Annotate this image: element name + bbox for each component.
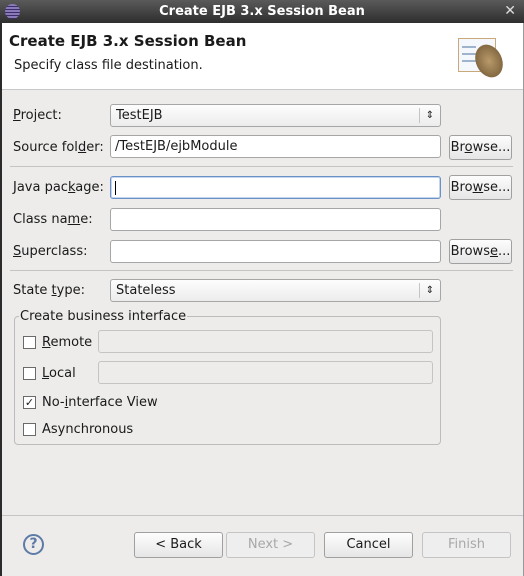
superclass-input[interactable] xyxy=(110,240,441,263)
text-cursor xyxy=(115,180,116,195)
window-frame-left xyxy=(0,23,2,576)
close-icon[interactable]: ✕ xyxy=(504,0,516,23)
local-checkbox[interactable] xyxy=(23,367,36,380)
up-down-arrow-icon: ⇕ xyxy=(419,283,440,298)
eclipse-logo-icon xyxy=(5,4,20,19)
state-type-label: State type: xyxy=(13,283,85,298)
page-subtitle: Specify class file destination. xyxy=(14,58,203,73)
state-type-combo[interactable]: Stateless ⇕ xyxy=(110,279,441,302)
cancel-button[interactable]: Cancel xyxy=(324,532,413,558)
java-package-browse-button[interactable]: Browse... xyxy=(449,175,512,200)
no-interface-view-label: No-interface View xyxy=(42,395,158,410)
source-folder-label: Source folder: xyxy=(13,140,104,155)
no-interface-view-checkbox[interactable]: ✓ xyxy=(23,396,36,409)
group-title: Create business interface xyxy=(19,309,188,324)
asynchronous-label: Asynchronous xyxy=(42,422,134,437)
back-button[interactable]: < Back xyxy=(134,532,223,558)
check-mark-icon: ✓ xyxy=(24,396,35,409)
up-down-arrow-icon: ⇕ xyxy=(419,108,440,123)
class-name-input[interactable] xyxy=(110,208,441,231)
title-bar: Create EJB 3.x Session Bean ✕ xyxy=(0,0,524,23)
state-type-value: Stateless xyxy=(116,283,176,298)
coffee-bean-class-icon xyxy=(456,36,508,82)
project-combo[interactable]: TestEJB ⇕ xyxy=(110,104,441,127)
source-folder-input[interactable]: /TestEJB/ejbModule xyxy=(110,135,441,158)
separator xyxy=(10,166,513,167)
superclass-label: Superclass: xyxy=(13,244,88,259)
window-title: Create EJB 3.x Session Bean xyxy=(159,4,365,19)
asynchronous-checkbox[interactable] xyxy=(23,423,36,436)
source-folder-browse-button[interactable]: Browse... xyxy=(449,135,512,160)
local-label: Local xyxy=(42,366,76,381)
project-value: TestEJB xyxy=(116,108,163,123)
remote-interface-input xyxy=(98,330,433,353)
separator xyxy=(10,270,513,271)
footer-separator xyxy=(2,515,523,516)
help-icon[interactable]: ? xyxy=(23,534,44,555)
page-title: Create EJB 3.x Session Bean xyxy=(9,32,247,50)
java-package-input[interactable] xyxy=(110,176,441,199)
remote-label: Remote xyxy=(42,335,93,350)
java-package-label: Java package: xyxy=(13,180,104,195)
remote-checkbox[interactable] xyxy=(23,336,36,349)
superclass-browse-button[interactable]: Browse... xyxy=(449,239,512,264)
local-interface-input xyxy=(98,361,433,384)
next-button[interactable]: Next > xyxy=(226,532,315,558)
wizard-header: Create EJB 3.x Session Bean Specify clas… xyxy=(2,23,523,90)
class-name-label: Class name: xyxy=(13,212,93,227)
finish-button[interactable]: Finish xyxy=(422,532,511,558)
project-label: Project: xyxy=(13,108,62,123)
